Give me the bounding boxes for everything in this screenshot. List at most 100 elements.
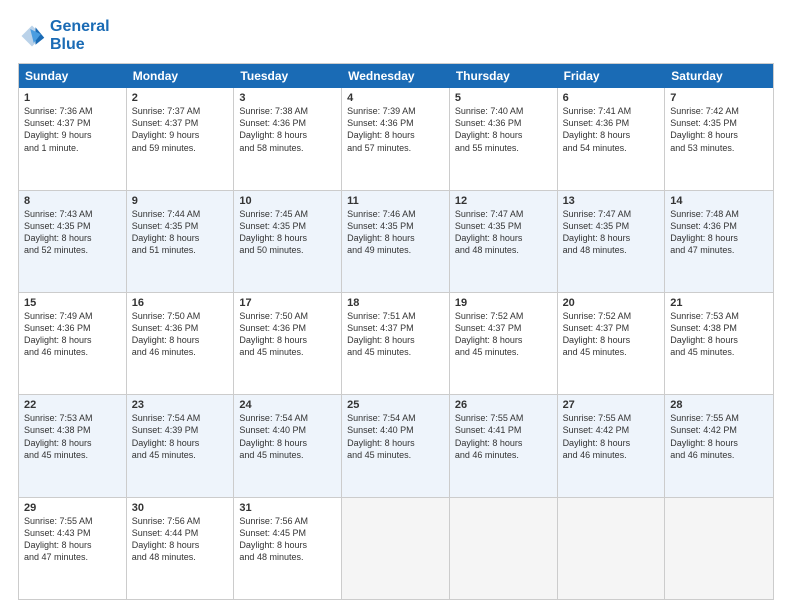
- day-info: Sunrise: 7:56 AM Sunset: 4:45 PM Dayligh…: [239, 515, 336, 564]
- header-cell-tuesday: Tuesday: [234, 64, 342, 88]
- day-number: 19: [455, 297, 552, 309]
- calendar-header-row: SundayMondayTuesdayWednesdayThursdayFrid…: [19, 64, 773, 88]
- header-cell-wednesday: Wednesday: [342, 64, 450, 88]
- header-cell-sunday: Sunday: [19, 64, 127, 88]
- day-info: Sunrise: 7:36 AM Sunset: 4:37 PM Dayligh…: [24, 105, 121, 154]
- day-19: 19Sunrise: 7:52 AM Sunset: 4:37 PM Dayli…: [450, 293, 558, 394]
- logo: General Blue: [18, 18, 110, 53]
- day-info: Sunrise: 7:51 AM Sunset: 4:37 PM Dayligh…: [347, 310, 444, 359]
- day-10: 10Sunrise: 7:45 AM Sunset: 4:35 PM Dayli…: [234, 191, 342, 292]
- day-info: Sunrise: 7:37 AM Sunset: 4:37 PM Dayligh…: [132, 105, 229, 154]
- day-15: 15Sunrise: 7:49 AM Sunset: 4:36 PM Dayli…: [19, 293, 127, 394]
- calendar: SundayMondayTuesdayWednesdayThursdayFrid…: [18, 63, 774, 600]
- day-9: 9Sunrise: 7:44 AM Sunset: 4:35 PM Daylig…: [127, 191, 235, 292]
- day-info: Sunrise: 7:55 AM Sunset: 4:42 PM Dayligh…: [670, 412, 768, 461]
- day-number: 14: [670, 195, 768, 207]
- day-23: 23Sunrise: 7:54 AM Sunset: 4:39 PM Dayli…: [127, 395, 235, 496]
- day-number: 23: [132, 399, 229, 411]
- day-31: 31Sunrise: 7:56 AM Sunset: 4:45 PM Dayli…: [234, 498, 342, 599]
- day-info: Sunrise: 7:53 AM Sunset: 4:38 PM Dayligh…: [670, 310, 768, 359]
- day-5: 5Sunrise: 7:40 AM Sunset: 4:36 PM Daylig…: [450, 88, 558, 189]
- day-number: 5: [455, 92, 552, 104]
- day-number: 16: [132, 297, 229, 309]
- day-info: Sunrise: 7:54 AM Sunset: 4:40 PM Dayligh…: [239, 412, 336, 461]
- day-number: 12: [455, 195, 552, 207]
- day-info: Sunrise: 7:42 AM Sunset: 4:35 PM Dayligh…: [670, 105, 768, 154]
- week-row-3: 15Sunrise: 7:49 AM Sunset: 4:36 PM Dayli…: [19, 292, 773, 394]
- day-22: 22Sunrise: 7:53 AM Sunset: 4:38 PM Dayli…: [19, 395, 127, 496]
- day-13: 13Sunrise: 7:47 AM Sunset: 4:35 PM Dayli…: [558, 191, 666, 292]
- header-cell-monday: Monday: [127, 64, 235, 88]
- day-number: 27: [563, 399, 660, 411]
- day-info: Sunrise: 7:54 AM Sunset: 4:40 PM Dayligh…: [347, 412, 444, 461]
- day-number: 10: [239, 195, 336, 207]
- day-8: 8Sunrise: 7:43 AM Sunset: 4:35 PM Daylig…: [19, 191, 127, 292]
- day-number: 24: [239, 399, 336, 411]
- day-info: Sunrise: 7:55 AM Sunset: 4:41 PM Dayligh…: [455, 412, 552, 461]
- day-number: 1: [24, 92, 121, 104]
- day-26: 26Sunrise: 7:55 AM Sunset: 4:41 PM Dayli…: [450, 395, 558, 496]
- day-number: 17: [239, 297, 336, 309]
- day-info: Sunrise: 7:53 AM Sunset: 4:38 PM Dayligh…: [24, 412, 121, 461]
- day-info: Sunrise: 7:47 AM Sunset: 4:35 PM Dayligh…: [455, 208, 552, 257]
- day-number: 30: [132, 502, 229, 514]
- day-25: 25Sunrise: 7:54 AM Sunset: 4:40 PM Dayli…: [342, 395, 450, 496]
- day-info: Sunrise: 7:46 AM Sunset: 4:35 PM Dayligh…: [347, 208, 444, 257]
- day-number: 28: [670, 399, 768, 411]
- day-11: 11Sunrise: 7:46 AM Sunset: 4:35 PM Dayli…: [342, 191, 450, 292]
- day-3: 3Sunrise: 7:38 AM Sunset: 4:36 PM Daylig…: [234, 88, 342, 189]
- day-info: Sunrise: 7:54 AM Sunset: 4:39 PM Dayligh…: [132, 412, 229, 461]
- day-info: Sunrise: 7:44 AM Sunset: 4:35 PM Dayligh…: [132, 208, 229, 257]
- day-21: 21Sunrise: 7:53 AM Sunset: 4:38 PM Dayli…: [665, 293, 773, 394]
- day-1: 1Sunrise: 7:36 AM Sunset: 4:37 PM Daylig…: [19, 88, 127, 189]
- day-6: 6Sunrise: 7:41 AM Sunset: 4:36 PM Daylig…: [558, 88, 666, 189]
- day-4: 4Sunrise: 7:39 AM Sunset: 4:36 PM Daylig…: [342, 88, 450, 189]
- week-row-1: 1Sunrise: 7:36 AM Sunset: 4:37 PM Daylig…: [19, 88, 773, 189]
- day-info: Sunrise: 7:52 AM Sunset: 4:37 PM Dayligh…: [455, 310, 552, 359]
- day-info: Sunrise: 7:48 AM Sunset: 4:36 PM Dayligh…: [670, 208, 768, 257]
- day-empty: [558, 498, 666, 599]
- day-empty: [665, 498, 773, 599]
- day-info: Sunrise: 7:47 AM Sunset: 4:35 PM Dayligh…: [563, 208, 660, 257]
- day-number: 6: [563, 92, 660, 104]
- day-info: Sunrise: 7:41 AM Sunset: 4:36 PM Dayligh…: [563, 105, 660, 154]
- day-number: 29: [24, 502, 121, 514]
- logo-icon: [18, 22, 46, 50]
- day-28: 28Sunrise: 7:55 AM Sunset: 4:42 PM Dayli…: [665, 395, 773, 496]
- header-cell-saturday: Saturday: [665, 64, 773, 88]
- day-number: 26: [455, 399, 552, 411]
- day-number: 21: [670, 297, 768, 309]
- day-empty: [450, 498, 558, 599]
- header-cell-friday: Friday: [558, 64, 666, 88]
- day-info: Sunrise: 7:40 AM Sunset: 4:36 PM Dayligh…: [455, 105, 552, 154]
- day-20: 20Sunrise: 7:52 AM Sunset: 4:37 PM Dayli…: [558, 293, 666, 394]
- week-row-4: 22Sunrise: 7:53 AM Sunset: 4:38 PM Dayli…: [19, 394, 773, 496]
- week-row-2: 8Sunrise: 7:43 AM Sunset: 4:35 PM Daylig…: [19, 190, 773, 292]
- day-number: 11: [347, 195, 444, 207]
- logo-text: General Blue: [50, 18, 110, 53]
- day-number: 18: [347, 297, 444, 309]
- day-7: 7Sunrise: 7:42 AM Sunset: 4:35 PM Daylig…: [665, 88, 773, 189]
- day-info: Sunrise: 7:55 AM Sunset: 4:43 PM Dayligh…: [24, 515, 121, 564]
- day-empty: [342, 498, 450, 599]
- day-27: 27Sunrise: 7:55 AM Sunset: 4:42 PM Dayli…: [558, 395, 666, 496]
- header: General Blue: [18, 18, 774, 53]
- day-30: 30Sunrise: 7:56 AM Sunset: 4:44 PM Dayli…: [127, 498, 235, 599]
- day-number: 4: [347, 92, 444, 104]
- day-number: 22: [24, 399, 121, 411]
- day-info: Sunrise: 7:39 AM Sunset: 4:36 PM Dayligh…: [347, 105, 444, 154]
- day-14: 14Sunrise: 7:48 AM Sunset: 4:36 PM Dayli…: [665, 191, 773, 292]
- day-number: 8: [24, 195, 121, 207]
- day-info: Sunrise: 7:50 AM Sunset: 4:36 PM Dayligh…: [239, 310, 336, 359]
- day-info: Sunrise: 7:49 AM Sunset: 4:36 PM Dayligh…: [24, 310, 121, 359]
- header-cell-thursday: Thursday: [450, 64, 558, 88]
- day-number: 15: [24, 297, 121, 309]
- day-number: 13: [563, 195, 660, 207]
- day-number: 20: [563, 297, 660, 309]
- day-number: 2: [132, 92, 229, 104]
- day-number: 3: [239, 92, 336, 104]
- day-17: 17Sunrise: 7:50 AM Sunset: 4:36 PM Dayli…: [234, 293, 342, 394]
- day-12: 12Sunrise: 7:47 AM Sunset: 4:35 PM Dayli…: [450, 191, 558, 292]
- day-16: 16Sunrise: 7:50 AM Sunset: 4:36 PM Dayli…: [127, 293, 235, 394]
- day-info: Sunrise: 7:55 AM Sunset: 4:42 PM Dayligh…: [563, 412, 660, 461]
